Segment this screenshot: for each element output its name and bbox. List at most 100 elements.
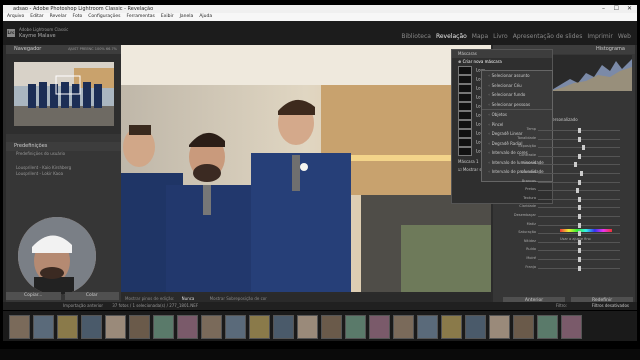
preset-group[interactable]: Lousprilent - Lokir Kaoa — [6, 171, 121, 177]
filter-select[interactable]: Filtros desativados — [592, 302, 629, 310]
filmstrip-thumbnail[interactable] — [537, 315, 558, 339]
filmstrip-thumbnail[interactable] — [513, 315, 534, 339]
copy-button[interactable]: Copiar... — [6, 292, 61, 300]
filmstrip-thumbnail[interactable] — [321, 315, 342, 339]
menu-arquivo[interactable]: Arquivo — [7, 13, 24, 21]
submenu-item[interactable]: ◦ Objetos — [482, 109, 552, 120]
menu-foto[interactable]: Foto — [73, 13, 83, 21]
menu-exibir[interactable]: Exibir — [161, 13, 174, 21]
module-revelacao[interactable]: Revelação — [436, 33, 467, 40]
slider-knob[interactable] — [576, 188, 580, 194]
color-overlay-toggle[interactable]: Mostrar Sobreposição de cor — [210, 296, 267, 301]
slider-knob[interactable] — [578, 248, 581, 254]
slider-track[interactable] — [538, 164, 620, 166]
module-imprimir[interactable]: Imprimir — [587, 33, 613, 40]
slider-knob[interactable] — [578, 205, 581, 211]
slider-row: Nitidez — [500, 239, 628, 246]
slider-knob[interactable] — [578, 196, 581, 202]
paste-button[interactable]: Colar — [64, 292, 119, 300]
slider-row: Tonalidade — [500, 136, 628, 143]
menu-janela[interactable]: Janela — [180, 13, 194, 21]
module-livro[interactable]: Livro — [493, 33, 508, 40]
slider-knob[interactable] — [578, 222, 581, 228]
filmstrip-thumbnail[interactable] — [345, 315, 366, 339]
menu-configuracoes[interactable]: Configurações — [88, 13, 120, 21]
slider-knob[interactable] — [578, 257, 581, 262]
mask-thumbnail — [458, 138, 472, 147]
menu-ferramentas[interactable]: Ferramentas — [127, 13, 155, 21]
mask-thumbnail — [458, 84, 472, 93]
slider-track[interactable] — [538, 147, 620, 149]
module-slides[interactable]: Apresentação de slides — [513, 33, 583, 40]
filmstrip-thumbnail[interactable] — [153, 315, 174, 339]
slider-knob[interactable] — [578, 179, 581, 185]
filmstrip-thumbnail[interactable] — [201, 315, 222, 339]
slider-row: Ruído — [500, 247, 628, 254]
slider-knob[interactable] — [578, 231, 581, 237]
submenu-item-label: Selecionar pessoas — [491, 101, 531, 107]
filmstrip-thumbnail[interactable] — [417, 315, 438, 339]
filmstrip-thumbnail[interactable] — [129, 315, 150, 339]
main-photo[interactable] — [121, 45, 491, 292]
create-new-mask[interactable]: ⊕ Criar nova máscara — [452, 58, 552, 66]
slider-row: Brancos — [500, 179, 628, 186]
slider-knob[interactable] — [574, 162, 577, 168]
filmstrip-thumbnail[interactable] — [441, 315, 462, 339]
filmstrip-thumbnail[interactable] — [393, 315, 414, 339]
module-mapa[interactable]: Mapa — [472, 33, 488, 40]
menu-ajuda[interactable]: Ajuda — [199, 13, 212, 21]
slider-label: Ruído — [526, 247, 536, 252]
filmstrip-thumbnail[interactable] — [225, 315, 246, 339]
slider-knob[interactable] — [582, 145, 585, 151]
close-button[interactable]: ✕ — [627, 5, 632, 13]
slider-knob[interactable] — [578, 265, 581, 271]
presenter-image — [18, 217, 96, 295]
submenu-item[interactable]: ◦ Selecionar assunto — [482, 71, 552, 81]
navigator-preview[interactable] — [6, 54, 121, 134]
slider-knob[interactable] — [578, 128, 581, 133]
filmstrip-thumbnail[interactable] — [177, 315, 198, 339]
mask-intensity-header[interactable]: Personalizado — [550, 117, 578, 122]
zoom-fill[interactable]: PREENC — [80, 47, 94, 51]
module-web[interactable]: Web — [618, 33, 631, 40]
slider-knob[interactable] — [578, 214, 581, 219]
filmstrip-thumbnail[interactable] — [249, 315, 270, 339]
zoom-100[interactable]: 100% — [95, 47, 105, 51]
menu-editar[interactable]: Editar — [30, 13, 43, 21]
slider-knob[interactable] — [578, 153, 581, 159]
minimize-button[interactable]: – — [602, 5, 605, 13]
filmstrip-thumbnail[interactable] — [297, 315, 318, 339]
submenu-item[interactable]: ◦ Selecionar fundo — [482, 90, 552, 100]
filter-label: Filtro: — [555, 303, 567, 308]
filmstrip-thumbnail[interactable] — [105, 315, 126, 339]
slider-row: Sombras — [500, 170, 628, 177]
filmstrip-thumbnail[interactable] — [273, 315, 294, 339]
maximize-button[interactable]: ☐ — [614, 5, 619, 13]
filmstrip-thumbnail[interactable] — [81, 315, 102, 339]
pins-mode-select[interactable]: Nunca — [182, 296, 195, 301]
presets-header[interactable]: Predefinições — [6, 142, 121, 151]
filmstrip-thumbnail[interactable] — [57, 315, 78, 339]
filmstrip-thumbnail[interactable] — [465, 315, 486, 339]
submenu-item[interactable]: ◦ Selecionar Céu — [482, 81, 552, 91]
filmstrip-thumbnail[interactable] — [9, 315, 30, 339]
filmstrip-thumbnail[interactable] — [489, 315, 510, 339]
source-path[interactable]: Importação anterior — [63, 303, 103, 308]
slider-label: Moiré — [526, 256, 536, 260]
navigator-header[interactable]: Navegador AJUST PREENC 100% 66.7% — [6, 45, 121, 54]
slider-label: Pretos — [525, 187, 536, 192]
filmstrip-thumbnail[interactable] — [33, 315, 54, 339]
filmstrip-thumbnail[interactable] — [561, 315, 582, 339]
slider-row: Saturação — [500, 230, 628, 237]
slider-knob[interactable] — [578, 239, 581, 245]
slider-knob[interactable] — [579, 171, 583, 176]
menu-revelar[interactable]: Revelar — [50, 13, 67, 21]
slider-knob[interactable] — [578, 136, 581, 142]
zoom-fit[interactable]: AJUST — [68, 47, 78, 51]
zoom-custom[interactable]: 66.7% — [106, 47, 117, 51]
menu-bar: Arquivo Editar Revelar Foto Configuraçõe… — [3, 13, 637, 21]
submenu-item[interactable]: ◦ Selecionar pessoas — [482, 100, 552, 110]
slider-row: Realces — [500, 161, 628, 168]
filmstrip-thumbnail[interactable] — [369, 315, 390, 339]
module-biblioteca[interactable]: Biblioteca — [401, 33, 431, 40]
